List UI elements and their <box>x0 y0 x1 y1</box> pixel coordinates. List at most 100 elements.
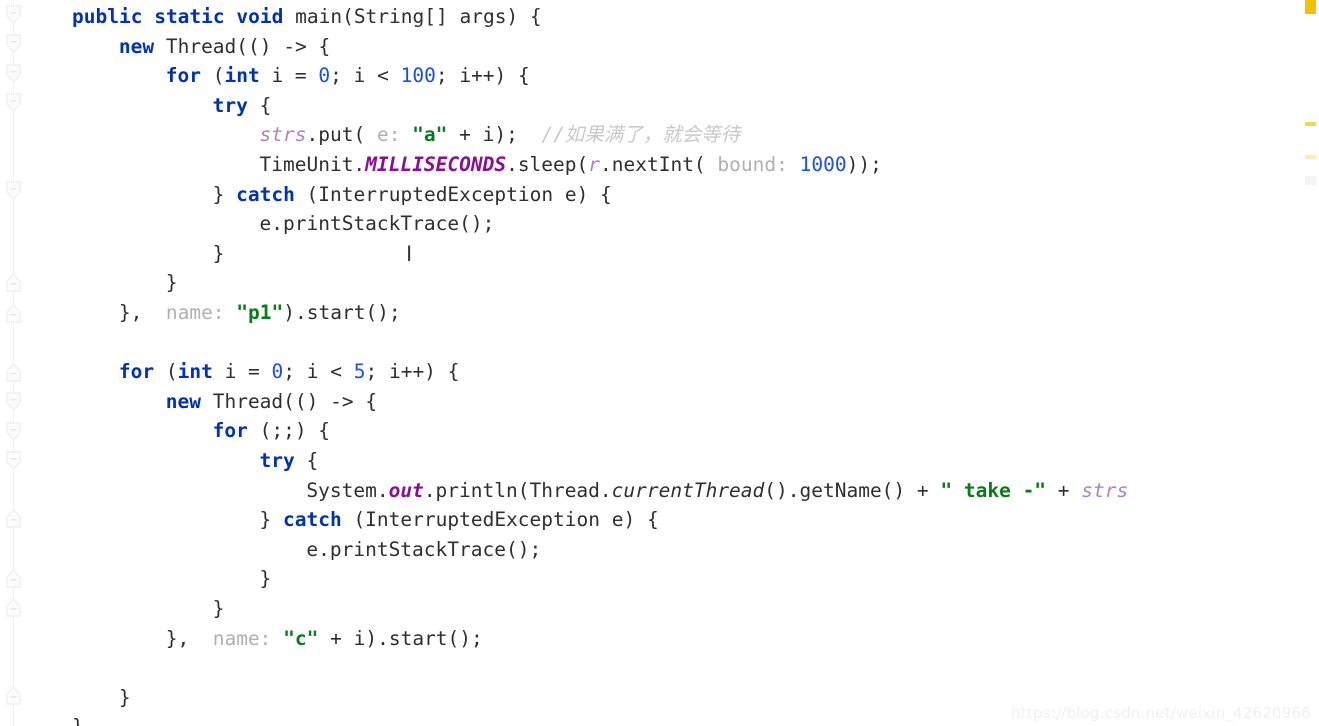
code-line[interactable]: for (int i = 0; i < 100; i++) { <box>166 61 530 91</box>
code-line[interactable]: for (;;) { <box>213 416 330 446</box>
watermark-text: https://blog.csdn.net/weixin_42620966 <box>1011 704 1311 722</box>
code-token-plain: ; i < <box>283 360 354 384</box>
code-text-area[interactable]: public static void main(String[] args) {… <box>0 0 1319 726</box>
code-line[interactable]: TimeUnit.MILLISECONDS.sleep(r.nextInt( b… <box>260 150 882 180</box>
code-token-plain: }, <box>165 626 213 650</box>
code-token-plain: } <box>259 508 283 532</box>
code-line[interactable]: new Thread(() -> { <box>119 32 330 62</box>
code-token-plain: )); <box>846 153 882 176</box>
code-token-plain: ( <box>200 64 225 88</box>
code-line[interactable]: }, name: "p1").start(); <box>119 298 401 328</box>
code-token-str: " take -" <box>940 478 1047 502</box>
code-token-plain: Thread(() -> { <box>200 389 378 413</box>
code-token-kw: new <box>165 389 201 413</box>
code-token-field: r <box>588 153 601 176</box>
code-token-cmt: //如果满了，就会等待 <box>541 123 741 147</box>
code-token-field: strs <box>259 123 307 147</box>
code-token-plain: { <box>247 93 272 117</box>
code-token-plain: Thread(() -> { <box>154 34 331 58</box>
code-token-plain: } <box>118 685 131 709</box>
code-token-plain: .put( <box>306 123 377 147</box>
code-token-plain: .nextInt( <box>600 153 718 176</box>
code-line[interactable]: for (int i = 0; i < 5; i++) { <box>119 357 460 387</box>
code-token-plain: TimeUnit. <box>259 153 366 176</box>
code-token-plain: ( <box>154 360 178 384</box>
scrollbar-thumb[interactable] <box>1305 176 1316 185</box>
code-token-kw: for <box>212 419 248 443</box>
code-token-kw: for <box>165 64 201 88</box>
code-line[interactable]: try { <box>213 91 272 121</box>
code-token-plain: i = <box>259 64 319 88</box>
code-token-kw: int <box>177 360 213 384</box>
code-line[interactable]: e.printStackTrace(); <box>260 209 495 239</box>
code-token-str: "p1" <box>236 301 284 324</box>
code-token-str: "a" <box>412 123 448 147</box>
code-line[interactable]: } catch (InterruptedException e) { <box>213 180 612 210</box>
code-line[interactable]: } <box>213 239 225 269</box>
code-token-kw: catch <box>283 508 342 532</box>
code-token-num: 5 <box>353 360 366 384</box>
code-token-plain: }, <box>118 301 166 324</box>
code-token-plain: .sleep( <box>506 153 589 176</box>
code-token-plain: } <box>259 567 272 591</box>
code-token-hint: e: <box>376 123 401 147</box>
code-token-kw: for <box>118 360 155 384</box>
code-line[interactable]: System.out.println(Thread.currentThread(… <box>306 476 1128 506</box>
code-token-plain: main(String[] args) { <box>283 5 542 28</box>
code-line[interactable]: public static void main(String[] args) { <box>72 2 542 32</box>
text-ibeam-cursor: I <box>406 242 413 266</box>
code-editor[interactable]: public static void main(String[] args) {… <box>0 0 1319 726</box>
warning-stripe-marker[interactable] <box>1305 155 1316 159</box>
code-token-plain: } <box>212 597 225 620</box>
code-token-method: currentThread <box>611 478 765 502</box>
code-token-plain: System. <box>306 478 389 502</box>
code-token-kw: void <box>236 5 284 28</box>
code-token-kw: try <box>259 449 295 472</box>
code-line[interactable]: } <box>72 712 84 726</box>
code-token-plain: (InterruptedException e) { <box>294 182 612 206</box>
code-token-plain: .println(Thread. <box>423 478 612 502</box>
code-line[interactable]: new Thread(() -> { <box>166 387 377 417</box>
warning-stripe-marker[interactable] <box>1305 122 1316 126</box>
code-token-kw: catch <box>236 182 295 206</box>
code-line[interactable]: e.printStackTrace(); <box>306 535 541 565</box>
code-token-plain: e.printStackTrace(); <box>306 537 542 561</box>
code-token-plain: ; i++) { <box>435 64 530 88</box>
code-token-static: MILLISECONDS <box>365 153 507 176</box>
code-token-plain: { <box>294 449 319 472</box>
code-token-plain: } <box>212 241 225 265</box>
code-token-plain: } <box>165 271 178 295</box>
code-token-num: 1000 <box>799 153 847 176</box>
code-token-kw: new <box>118 34 155 58</box>
editor-marker-bar[interactable] <box>1297 0 1319 726</box>
code-token-plain: } <box>72 715 84 726</box>
warning-marker[interactable] <box>1305 0 1316 14</box>
code-token-hint: name: <box>212 626 272 650</box>
code-line[interactable]: } <box>260 564 272 594</box>
code-line[interactable]: } <box>166 268 178 298</box>
code-token-plain: + <box>1046 478 1082 502</box>
code-line[interactable]: try { <box>260 446 319 476</box>
code-token-plain: + i).start(); <box>318 626 483 650</box>
code-token-plain: (InterruptedException e) { <box>341 508 659 532</box>
code-token-plain: + i); <box>447 123 542 147</box>
code-token-hint: name: <box>165 301 225 324</box>
code-token-plain: } <box>212 182 237 206</box>
code-token-str: "c" <box>283 626 319 650</box>
code-token-plain: e.printStackTrace(); <box>259 212 495 236</box>
code-token-static: out <box>388 478 424 502</box>
code-line[interactable]: }, name: "c" + i).start(); <box>166 624 483 654</box>
code-line[interactable]: } <box>213 594 225 624</box>
code-token-field: strs <box>1081 478 1129 502</box>
code-token-plain: ().getName() + <box>764 478 941 502</box>
code-line[interactable]: } <box>119 683 131 713</box>
code-token-plain: ; i++) { <box>365 360 460 384</box>
code-token-num: 100 <box>400 64 436 88</box>
code-line[interactable]: strs.put( e: "a" + i); //如果满了，就会等待 <box>260 120 741 150</box>
code-line[interactable]: } catch (InterruptedException e) { <box>260 505 659 535</box>
